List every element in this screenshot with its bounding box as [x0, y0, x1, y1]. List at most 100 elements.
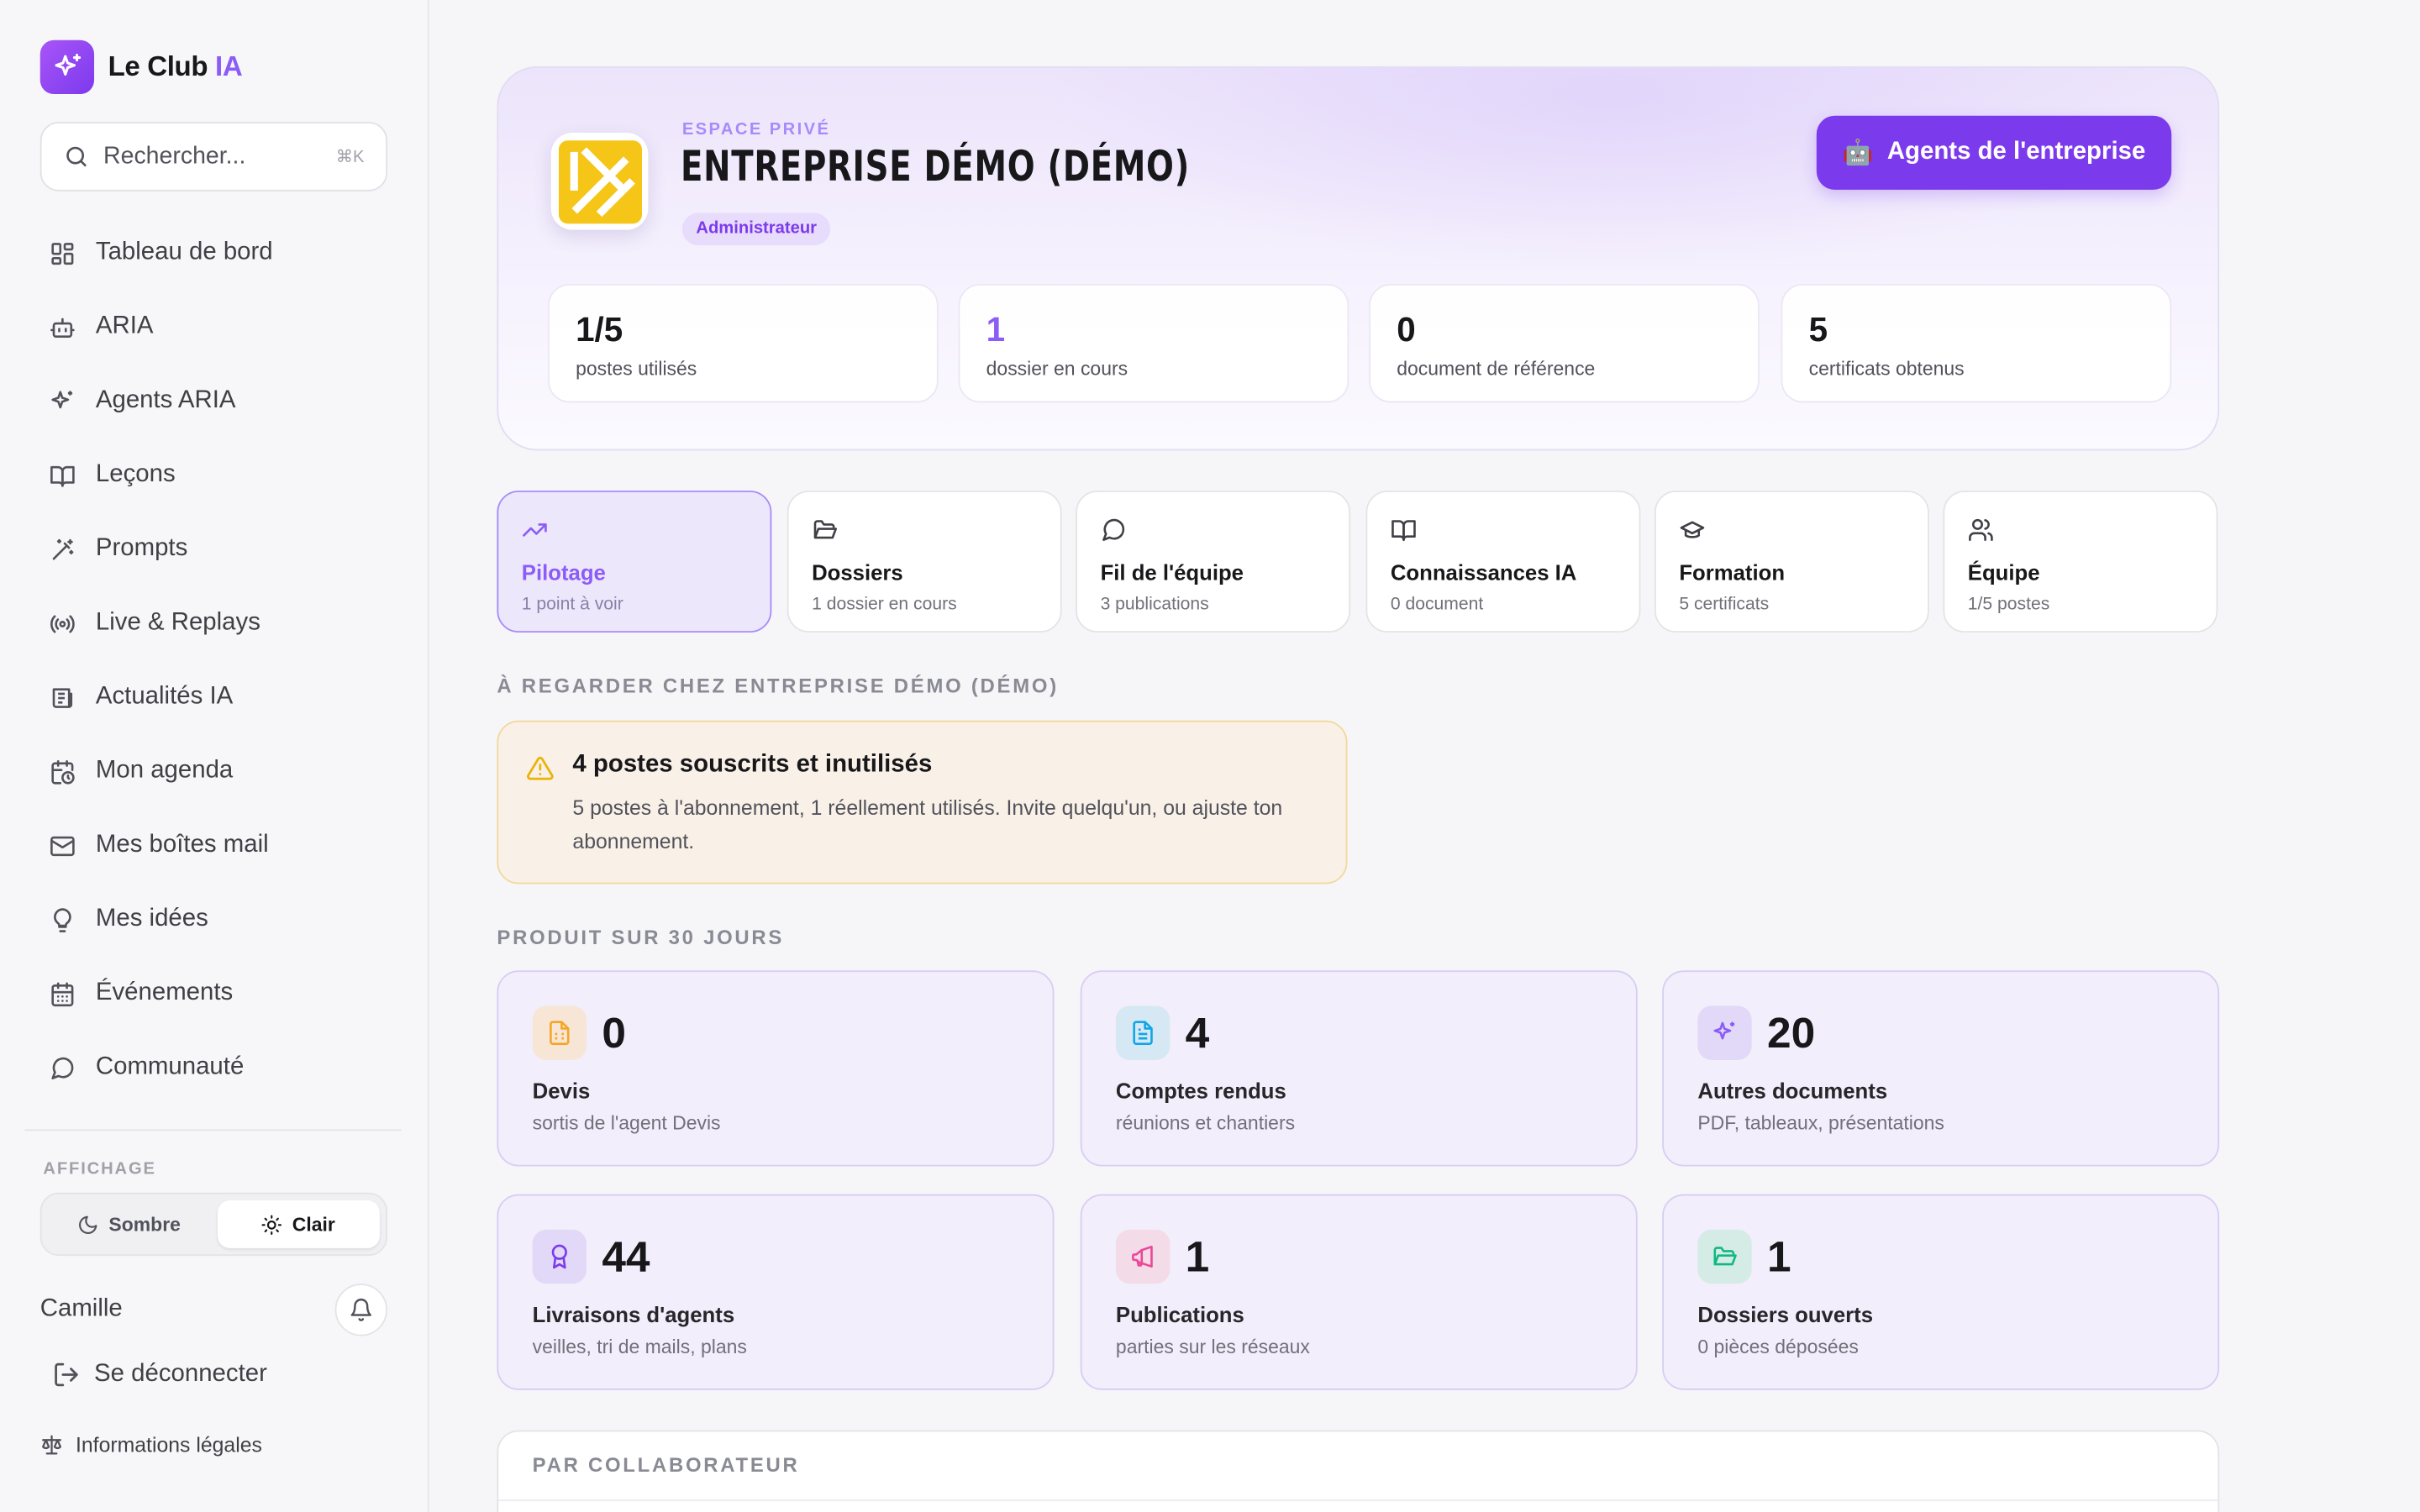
metric-value: 20	[1767, 1008, 1816, 1057]
company-agents-label: Agents de l'entreprise	[1886, 139, 2146, 165]
sidebar-item-actualites-ia[interactable]: Actualités IA	[24, 660, 404, 734]
sun-icon	[262, 1214, 282, 1235]
theme-light-button[interactable]: Clair	[217, 1200, 380, 1248]
search-shortcut: ⌘K	[335, 148, 365, 167]
metric-title: Dossiers ouverts	[1697, 1302, 1874, 1327]
stat-card-documents: 0 document de référence	[1369, 283, 1760, 403]
sidebar-item-lecons[interactable]: Leçons	[24, 438, 404, 512]
metric-title: Comptes rendus	[1115, 1078, 1286, 1104]
sidebar-item-label: Mon agenda	[95, 757, 234, 785]
metric-value: 44	[602, 1231, 650, 1280]
alert-description: 5 postes à l'abonnement, 1 réellement ut…	[572, 795, 1283, 853]
search-input[interactable]	[103, 142, 304, 171]
sidebar-item-label: Mes boîtes mail	[95, 831, 269, 858]
sidebar-item-agents-aria[interactable]: Agents ARIA	[24, 364, 404, 438]
logout-icon	[55, 1362, 78, 1387]
megaphone-icon	[1115, 1229, 1171, 1284]
calendar-clock-icon	[51, 759, 75, 784]
metric-title: Livraisons d'agents	[532, 1302, 735, 1327]
sidebar-item-evenements[interactable]: Événements	[24, 957, 404, 1031]
sidebar: Le Club IA ⌘K Tableau de bord ARIA Agent…	[0, 0, 429, 1512]
sidebar-item-prompts[interactable]: Prompts	[24, 512, 404, 586]
broadcast-icon	[50, 614, 75, 633]
logout-button[interactable]: Se déconnecter	[52, 1361, 267, 1389]
company-agents-button[interactable]: 🤖 Agents de l'entreprise	[1816, 115, 2172, 190]
message-circle-icon	[51, 1056, 74, 1079]
metric-devis: 0 Devis sortis de l'agent Devis	[497, 970, 1055, 1167]
sidebar-nav: Tableau de bord ARIA Agents ARIA Leçons …	[24, 216, 404, 1105]
tab-title: Formation	[1679, 559, 1786, 585]
metric-dossiers-ouverts: 1 Dossiers ouverts 0 pièces déposées	[1662, 1194, 2220, 1390]
metric-comptes-rendus: 4 Comptes rendus réunions et chantiers	[1080, 970, 1638, 1167]
message-circle-icon	[1102, 518, 1125, 541]
metric-subtitle: PDF, tableaux, présentations	[1697, 1112, 1944, 1134]
search-box[interactable]: ⌘K	[39, 122, 388, 192]
brand[interactable]: Le Club IA	[39, 39, 243, 95]
company-hero: ESPACE PRIVÉ ENTREPRISE DÉMO (DÉMO) Admi…	[497, 66, 2220, 451]
calendar-icon	[51, 981, 74, 1006]
sidebar-item-tableau-de-bord[interactable]: Tableau de bord	[24, 216, 404, 290]
stat-value: 0	[1397, 310, 1416, 349]
sidebar-item-mon-agenda[interactable]: Mon agenda	[24, 734, 404, 808]
company-title: ENTREPRISE DÉMO (DÉMO)	[680, 143, 1191, 192]
user-name: Camille	[39, 1295, 123, 1323]
sidebar-item-mes-idees[interactable]: Mes idées	[24, 883, 404, 957]
alert-unused-seats[interactable]: 4 postes souscrits et inutilisés 5 poste…	[497, 720, 1348, 885]
legal-link[interactable]: Informations légales	[40, 1433, 262, 1457]
mail-icon	[50, 835, 75, 856]
tab-pilotage[interactable]: Pilotage 1 point à voir	[497, 491, 772, 633]
sparkles-icon	[51, 390, 73, 408]
sidebar-item-communaute[interactable]: Communauté	[24, 1031, 404, 1105]
sidebar-item-label: Actualités IA	[95, 683, 234, 710]
theme-light-label: Clair	[292, 1213, 335, 1236]
metric-subtitle: 0 pièces déposées	[1697, 1336, 1859, 1358]
theme-dark-button[interactable]: Sombre	[48, 1200, 211, 1248]
sidebar-item-label: Prompts	[95, 535, 188, 562]
stat-value: 5	[1808, 310, 1828, 349]
sidebar-item-label: Agents ARIA	[95, 387, 236, 414]
sidebar-item-label: Communauté	[95, 1053, 245, 1080]
metric-value: 1	[1185, 1231, 1210, 1280]
metric-subtitle: veilles, tri de mails, plans	[532, 1336, 747, 1358]
file-text-icon	[1115, 1005, 1171, 1060]
tab-subtitle: 1/5 postes	[1967, 595, 2050, 615]
tab-equipe[interactable]: Équipe 1/5 postes	[1943, 491, 2218, 633]
sidebar-item-label: Live & Replays	[95, 609, 260, 636]
sidebar-item-mes-boites-mail[interactable]: Mes boîtes mail	[24, 808, 404, 882]
metric-subtitle: parties sur les réseaux	[1115, 1336, 1310, 1358]
metric-value: 1	[1767, 1231, 1791, 1280]
metric-livraisons: 44 Livraisons d'agents veilles, tri de m…	[497, 1194, 1055, 1390]
stat-value: 1	[986, 310, 1006, 349]
tab-subtitle: 1 dossier en cours	[812, 595, 957, 615]
sidebar-item-label: Mes idées	[95, 906, 208, 932]
folder-open-icon	[813, 520, 838, 539]
collaborator-panel: PAR COLLABORATEUR	[497, 1430, 2220, 1512]
stat-card-postes: 1/5 postes utilisés	[548, 283, 939, 403]
metric-value: 0	[602, 1008, 626, 1057]
tab-connaissances[interactable]: Connaissances IA 0 document	[1365, 491, 1641, 633]
scale-icon	[42, 1435, 62, 1455]
metric-autres-documents: 20 Autres documents PDF, tableaux, prése…	[1662, 970, 2220, 1167]
sidebar-item-aria[interactable]: ARIA	[24, 290, 404, 364]
tab-title: Équipe	[1967, 559, 2040, 585]
tab-formation[interactable]: Formation 5 certificats	[1654, 491, 1929, 633]
metric-title: Publications	[1115, 1302, 1244, 1327]
metric-subtitle: réunions et chantiers	[1115, 1112, 1296, 1134]
bot-icon	[50, 317, 75, 338]
tab-dossiers[interactable]: Dossiers 1 dossier en cours	[786, 491, 1062, 633]
bell-icon	[350, 1298, 372, 1321]
sidebar-item-live-replays[interactable]: Live & Replays	[24, 586, 404, 660]
warning-icon	[527, 756, 554, 780]
sidebar-divider	[24, 1129, 402, 1131]
users-icon	[1969, 518, 1993, 541]
search-icon	[66, 146, 87, 167]
theme-dark-label: Sombre	[108, 1213, 181, 1236]
graduation-cap-icon	[1680, 521, 1705, 538]
notifications-button[interactable]	[334, 1284, 388, 1336]
tab-fil-equipe[interactable]: Fil de l'équipe 3 publications	[1076, 491, 1351, 633]
tab-subtitle: 5 certificats	[1679, 595, 1770, 615]
alert-title: 4 postes souscrits et inutilisés	[572, 751, 933, 778]
brand-name: Le Club IA	[108, 50, 243, 82]
book-open-icon	[1392, 520, 1416, 541]
moon-icon	[79, 1215, 98, 1234]
